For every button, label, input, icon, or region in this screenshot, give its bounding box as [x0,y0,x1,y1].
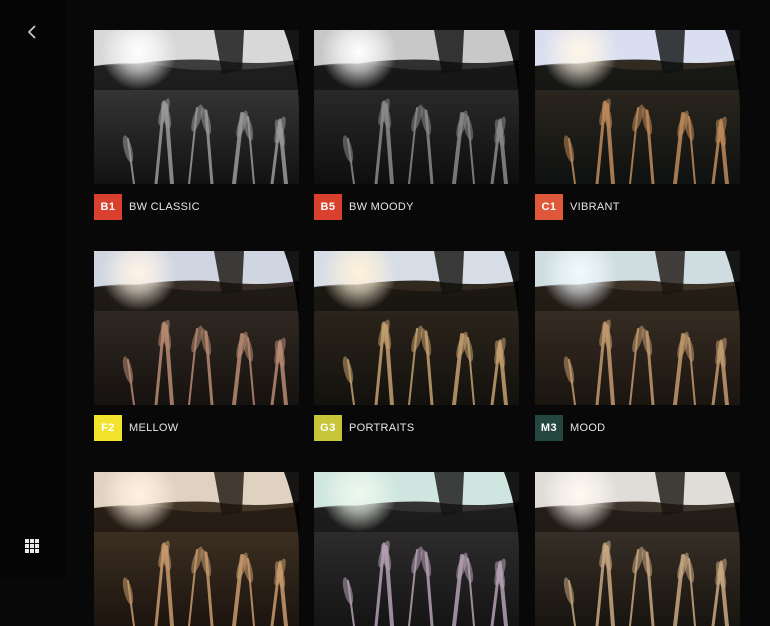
preset-label-row: F2 MELLOW [94,415,299,441]
preset-code-badge: G3 [314,415,342,441]
preset-thumbnail[interactable] [94,251,299,405]
grid-icon [25,539,39,553]
photo-preview [314,472,519,626]
photo-preview [94,30,299,184]
preset-name: PORTRAITS [349,422,415,434]
back-button[interactable] [22,22,42,42]
photo-preview [94,472,299,626]
preset-label-row: B1 BW CLASSIC [94,194,299,220]
photo-preview [535,251,740,405]
photo-preview [535,472,740,626]
preset-thumbnail[interactable] [535,472,740,626]
preset-code-badge: F2 [94,415,122,441]
preset-name: BW CLASSIC [129,201,200,213]
preset-code-badge: B5 [314,194,342,220]
photo-preview [535,30,740,184]
preset-thumbnail[interactable] [94,30,299,184]
photo-preview [94,251,299,405]
photo-preview [314,251,519,405]
preset-name: BW MOODY [349,201,414,213]
preset-thumbnail[interactable] [314,30,519,184]
preset-label-row: B5 BW MOODY [314,194,519,220]
preset-label-row: C1 VIBRANT [535,194,740,220]
preset-code-badge: B1 [94,194,122,220]
preset-code-badge: C1 [535,194,563,220]
preset-thumbnail[interactable] [314,251,519,405]
preset-name: MELLOW [129,422,179,434]
preset-thumbnail[interactable] [535,251,740,405]
sidebar [0,0,66,578]
preset-code-badge: M3 [535,415,563,441]
preset-thumbnail[interactable] [535,30,740,184]
preset-label-row: G3 PORTRAITS [314,415,519,441]
photo-preview [314,30,519,184]
chevron-left-icon [27,25,36,39]
preset-thumbnail[interactable] [94,472,299,626]
preset-name: VIBRANT [570,201,620,213]
preset-thumbnail[interactable] [314,472,519,626]
preset-label-row: M3 MOOD [535,415,740,441]
preset-name: MOOD [570,422,606,434]
grid-view-button[interactable] [24,538,40,554]
